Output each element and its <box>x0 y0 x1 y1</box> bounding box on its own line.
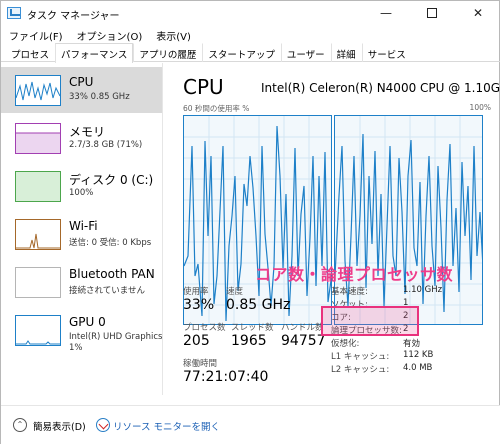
threads-value: 1965 <box>231 333 267 349</box>
l2-cache-value: 4.0 MB <box>403 363 433 373</box>
handles-label: ハンドル数 <box>281 323 324 333</box>
sidebar-item-memory[interactable]: メモリ 2.7/3.8 GB (71%) <box>1 115 162 161</box>
memory-thumbnail-graph <box>15 123 61 154</box>
window-title: タスク マネージャー <box>27 11 120 22</box>
virtualization-value: 有効 <box>403 339 421 349</box>
task-manager-window: タスク マネージャー — ✕ ファイル(F) オプション(O) 表示(V) プロ… <box>0 0 500 444</box>
processes-value: 205 <box>183 333 210 349</box>
tab-performance[interactable]: パフォーマンス <box>55 43 134 63</box>
sidebar-item-detail: 33% 0.85 GHz <box>69 92 130 102</box>
graph-caption: 60 秒間の使用率 % <box>183 104 250 113</box>
l1-cache-label: L1 キャッシュ: <box>331 352 390 362</box>
menu-file[interactable]: ファイル(F) <box>1 25 69 43</box>
bluetooth-thumbnail-graph <box>15 267 61 298</box>
sidebar-item-gpu[interactable]: GPU 0 Intel(R) UHD Graphics 6 1% <box>1 307 163 357</box>
menu-bar: ファイル(F) オプション(O) 表示(V) <box>1 25 197 43</box>
cpu-thumbnail-graph <box>15 75 61 106</box>
gpu-thumbnail-line <box>16 340 60 345</box>
tab-details[interactable]: 詳細 <box>330 43 362 62</box>
tab-services[interactable]: サービス <box>361 43 412 62</box>
base-speed-label: 基本速度: <box>331 287 368 297</box>
sidebar-item-name: ディスク 0 (C:) <box>69 173 154 187</box>
minimize-button[interactable]: — <box>363 1 409 25</box>
sidebar-item-detail: Intel(R) UHD Graphics 6 <box>69 332 163 342</box>
fewer-details-button[interactable]: 簡易表示(D) <box>33 419 86 433</box>
disk-thumbnail-graph <box>15 171 61 202</box>
sidebar-item-detail-2: 1% <box>69 343 83 353</box>
sidebar-item-disk[interactable]: ディスク 0 (C:) 100% <box>1 163 162 209</box>
sidebar-item-detail: 送信: 0 受信: 0 Kbps <box>69 238 152 248</box>
sidebar-item-cpu[interactable]: CPU 33% 0.85 GHz <box>1 67 162 113</box>
cpu-thumbnail-line <box>15 81 61 101</box>
cpu-detail-panel: CPU Intel(R) Celeron(R) N4000 CPU @ 1.10… <box>171 63 500 395</box>
base-speed-value: 1.10 GHz <box>403 285 443 295</box>
annotation-callout: コア数・論理プロセッサ数 <box>255 265 454 284</box>
tab-startup[interactable]: スタートアップ <box>202 43 281 62</box>
wifi-thumbnail-line <box>16 233 60 249</box>
disk-thumbnail-fill <box>16 172 60 201</box>
footer-bar: ⌃ 簡易表示(D) リソース モニターを開く <box>1 405 500 444</box>
tab-users[interactable]: ユーザー <box>280 43 331 62</box>
processes-label: プロセス数 <box>183 323 226 333</box>
tab-processes[interactable]: プロセス <box>5 43 55 62</box>
sidebar-item-detail: 接続されていません <box>69 286 145 296</box>
menu-options[interactable]: オプション(O) <box>69 25 149 43</box>
sidebar-item-detail: 100% <box>69 188 94 198</box>
task-manager-icon <box>7 7 21 19</box>
tab-app-history[interactable]: アプリの履歴 <box>133 43 202 62</box>
maximize-button[interactable] <box>409 1 455 25</box>
cores-highlight-box <box>321 306 419 336</box>
sidebar-item-wifi[interactable]: Wi-Fi 送信: 0 受信: 0 Kbps <box>1 211 162 257</box>
sidebar-item-name: Wi-Fi <box>69 219 98 233</box>
title-bar: タスク マネージャー — ✕ <box>1 1 500 25</box>
menu-view[interactable]: 表示(V) <box>148 25 197 43</box>
threads-label: スレッド数 <box>231 323 274 333</box>
cpu-model: Intel(R) Celeron(R) N4000 CPU @ 1.10GHz <box>261 81 500 95</box>
uptime-value: 77:21:07:40 <box>183 369 269 385</box>
wifi-thumbnail-graph <box>15 219 61 250</box>
chevron-up-icon[interactable]: ⌃ <box>13 418 27 432</box>
resource-list: CPU 33% 0.85 GHz メモリ 2.7/3.8 GB (71%) ディ… <box>1 63 163 395</box>
sidebar-item-detail: 2.7/3.8 GB (71%) <box>69 140 143 150</box>
speed-value: 0.85 GHz <box>226 297 291 313</box>
l2-cache-label: L2 キャッシュ: <box>331 365 390 375</box>
resource-monitor-icon <box>96 418 110 432</box>
speed-label: 速度 <box>226 287 244 297</box>
handles-value: 94757 <box>281 333 326 349</box>
page-title: CPU <box>183 75 224 99</box>
uptime-label: 稼働時間 <box>183 359 218 369</box>
sidebar-item-bluetooth[interactable]: Bluetooth PAN 接続されていません <box>1 259 162 305</box>
usage-value: 33% <box>183 297 215 313</box>
close-button[interactable]: ✕ <box>455 1 500 25</box>
gpu-thumbnail-graph <box>15 315 61 346</box>
memory-thumbnail-fill <box>16 132 60 153</box>
sidebar-item-name: GPU 0 <box>69 315 106 329</box>
open-resource-monitor-link[interactable]: リソース モニターを開く <box>113 419 220 433</box>
graph-max-label: 100% <box>469 103 491 112</box>
sidebar-item-name: メモリ <box>69 125 106 139</box>
maximize-icon <box>427 8 437 18</box>
virtualization-label: 仮想化: <box>331 339 360 349</box>
sidebar-item-name: Bluetooth PAN <box>69 267 155 281</box>
tab-bar: プロセス パフォーマンス アプリの履歴 スタートアップ ユーザー 詳細 サービス <box>1 43 500 63</box>
l1-cache-value: 112 KB <box>403 350 434 360</box>
sidebar-item-name: CPU <box>69 75 94 89</box>
usage-label: 使用率 <box>183 287 209 297</box>
